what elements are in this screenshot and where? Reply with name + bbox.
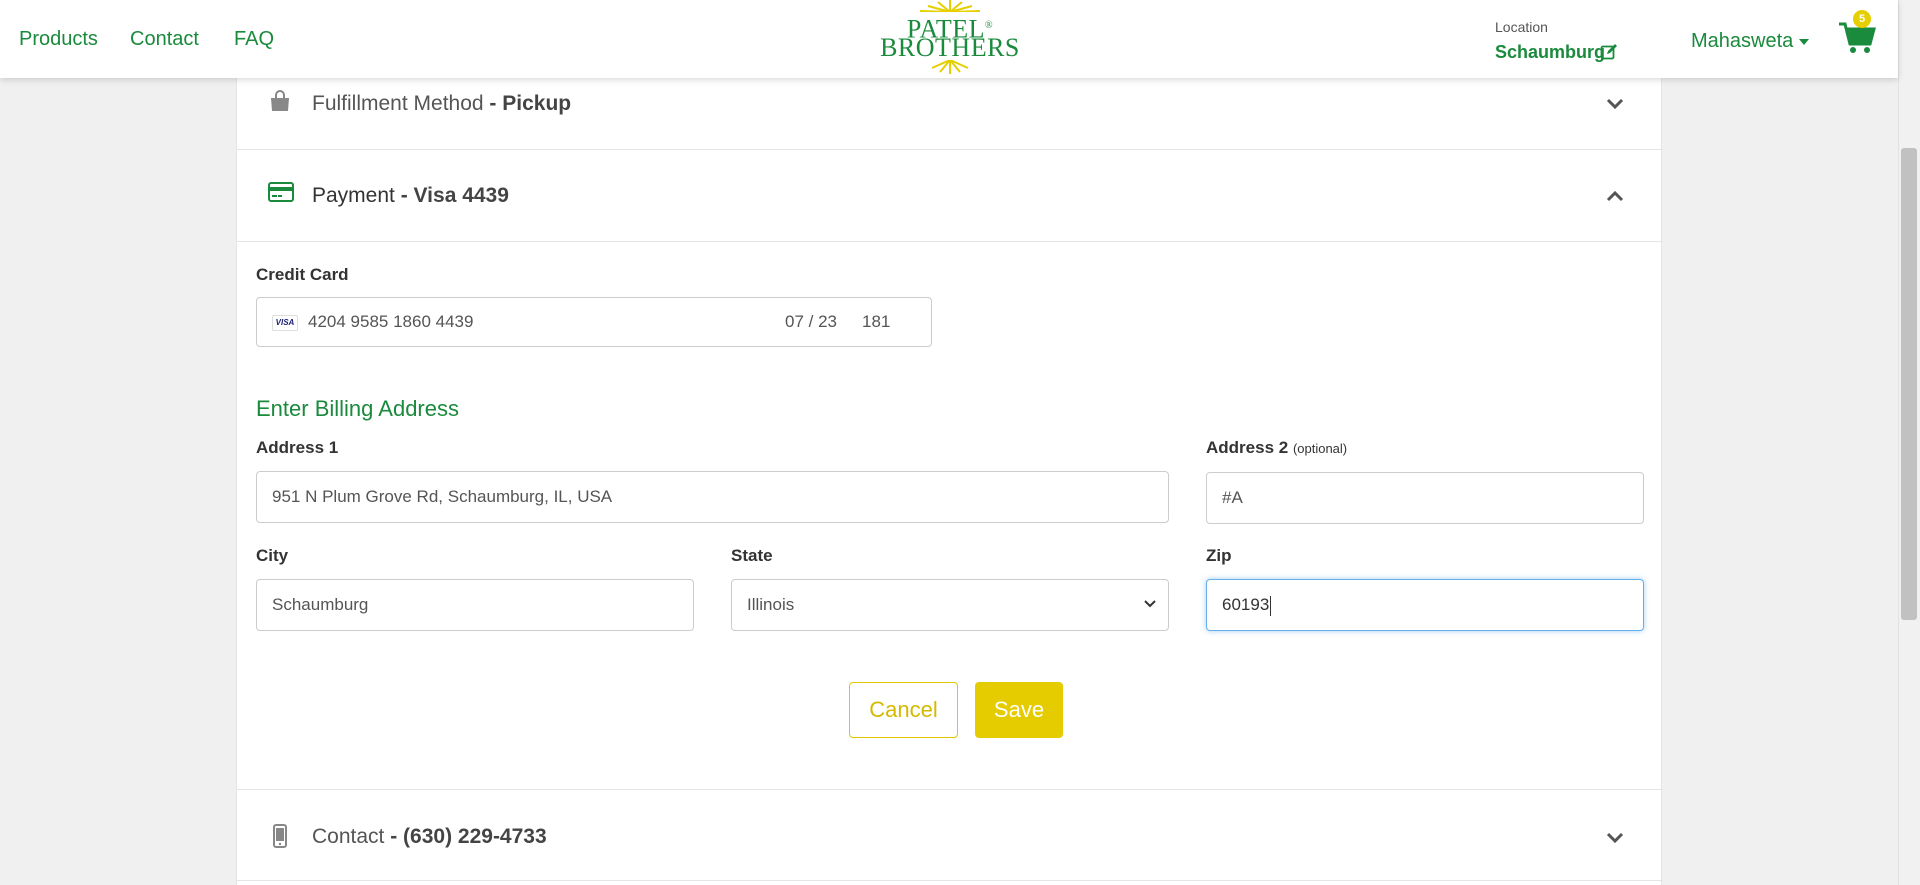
contact-row[interactable]: Contact - (630) 229-4733 (237, 789, 1663, 881)
chevron-down-icon[interactable] (1606, 98, 1624, 110)
checkout-panel: Fulfillment Method - Pickup Payment - Vi… (236, 60, 1663, 885)
fulfillment-label: Fulfillment Method (312, 92, 484, 115)
mobile-phone-icon (273, 824, 287, 848)
state-value: Illinois (747, 595, 795, 614)
save-button[interactable]: Save (975, 682, 1063, 738)
card-expiry[interactable]: 07 / 23 (785, 298, 837, 346)
address1-input[interactable]: 951 N Plum Grove Rd, Schaumburg, IL, USA (256, 471, 1169, 523)
user-name: Mahasweta (1691, 30, 1794, 52)
payment-value: - Visa 4439 (400, 184, 509, 207)
credit-card-label: Credit Card (256, 265, 349, 284)
scrollbar-thumb[interactable] (1901, 148, 1917, 620)
edit-icon[interactable] (1600, 43, 1618, 61)
credit-card-icon (268, 182, 294, 202)
sun-bottom-icon (931, 60, 969, 74)
nav-faq[interactable]: FAQ (234, 28, 274, 51)
payment-row[interactable]: Payment - Visa 4439 (237, 150, 1663, 242)
location-value[interactable]: Schaumburg (1495, 42, 1605, 63)
address1-label: Address 1 (256, 438, 339, 457)
zip-input[interactable]: 60193 (1206, 579, 1644, 631)
cart-count-badge: 5 (1853, 10, 1871, 28)
logo-reg: ® (985, 20, 994, 31)
location-label: Location (1495, 19, 1548, 35)
billing-address-title: Enter Billing Address (256, 396, 459, 421)
chevron-down-icon[interactable] (1606, 832, 1624, 844)
zip-label: Zip (1206, 546, 1232, 565)
fulfillment-value: - Pickup (489, 92, 572, 115)
text-cursor (1270, 595, 1272, 616)
shopping-bag-icon (271, 90, 289, 111)
card-cvc[interactable]: 181 (862, 298, 890, 346)
chevron-down-icon (1144, 600, 1156, 608)
visa-icon: VISA (272, 315, 298, 331)
state-select[interactable]: Illinois (731, 579, 1169, 631)
zip-value: 60193 (1222, 595, 1270, 614)
chevron-down-icon (1799, 38, 1810, 45)
cancel-button[interactable]: Cancel (849, 682, 958, 738)
address2-label: Address 2 (optional) (1206, 438, 1348, 457)
payment-label: Payment (312, 184, 395, 207)
city-label: City (256, 546, 289, 565)
site-header: Products Contact FAQ PATEL® BROTHERS Loc… (0, 0, 1898, 78)
card-number[interactable]: 4204 9585 1860 4439 (308, 298, 473, 346)
contact-label: Contact (312, 825, 385, 848)
sun-rays-icon (919, 0, 981, 12)
brand-logo[interactable]: PATEL® BROTHERS (880, 0, 1020, 76)
logo-line2: BROTHERS (880, 33, 1020, 62)
nav-products[interactable]: Products (19, 28, 98, 51)
credit-card-field[interactable]: VISA 4204 9585 1860 4439 07 / 23 181 (256, 297, 932, 347)
chevron-up-icon[interactable] (1606, 190, 1624, 202)
nav-contact[interactable]: Contact (130, 28, 199, 51)
state-label: State (731, 546, 773, 565)
contact-value: - (630) 229-4733 (390, 825, 547, 848)
user-menu[interactable]: Mahasweta (1691, 30, 1810, 53)
city-input[interactable]: Schaumburg (256, 579, 694, 631)
address2-input[interactable]: #A (1206, 472, 1644, 524)
